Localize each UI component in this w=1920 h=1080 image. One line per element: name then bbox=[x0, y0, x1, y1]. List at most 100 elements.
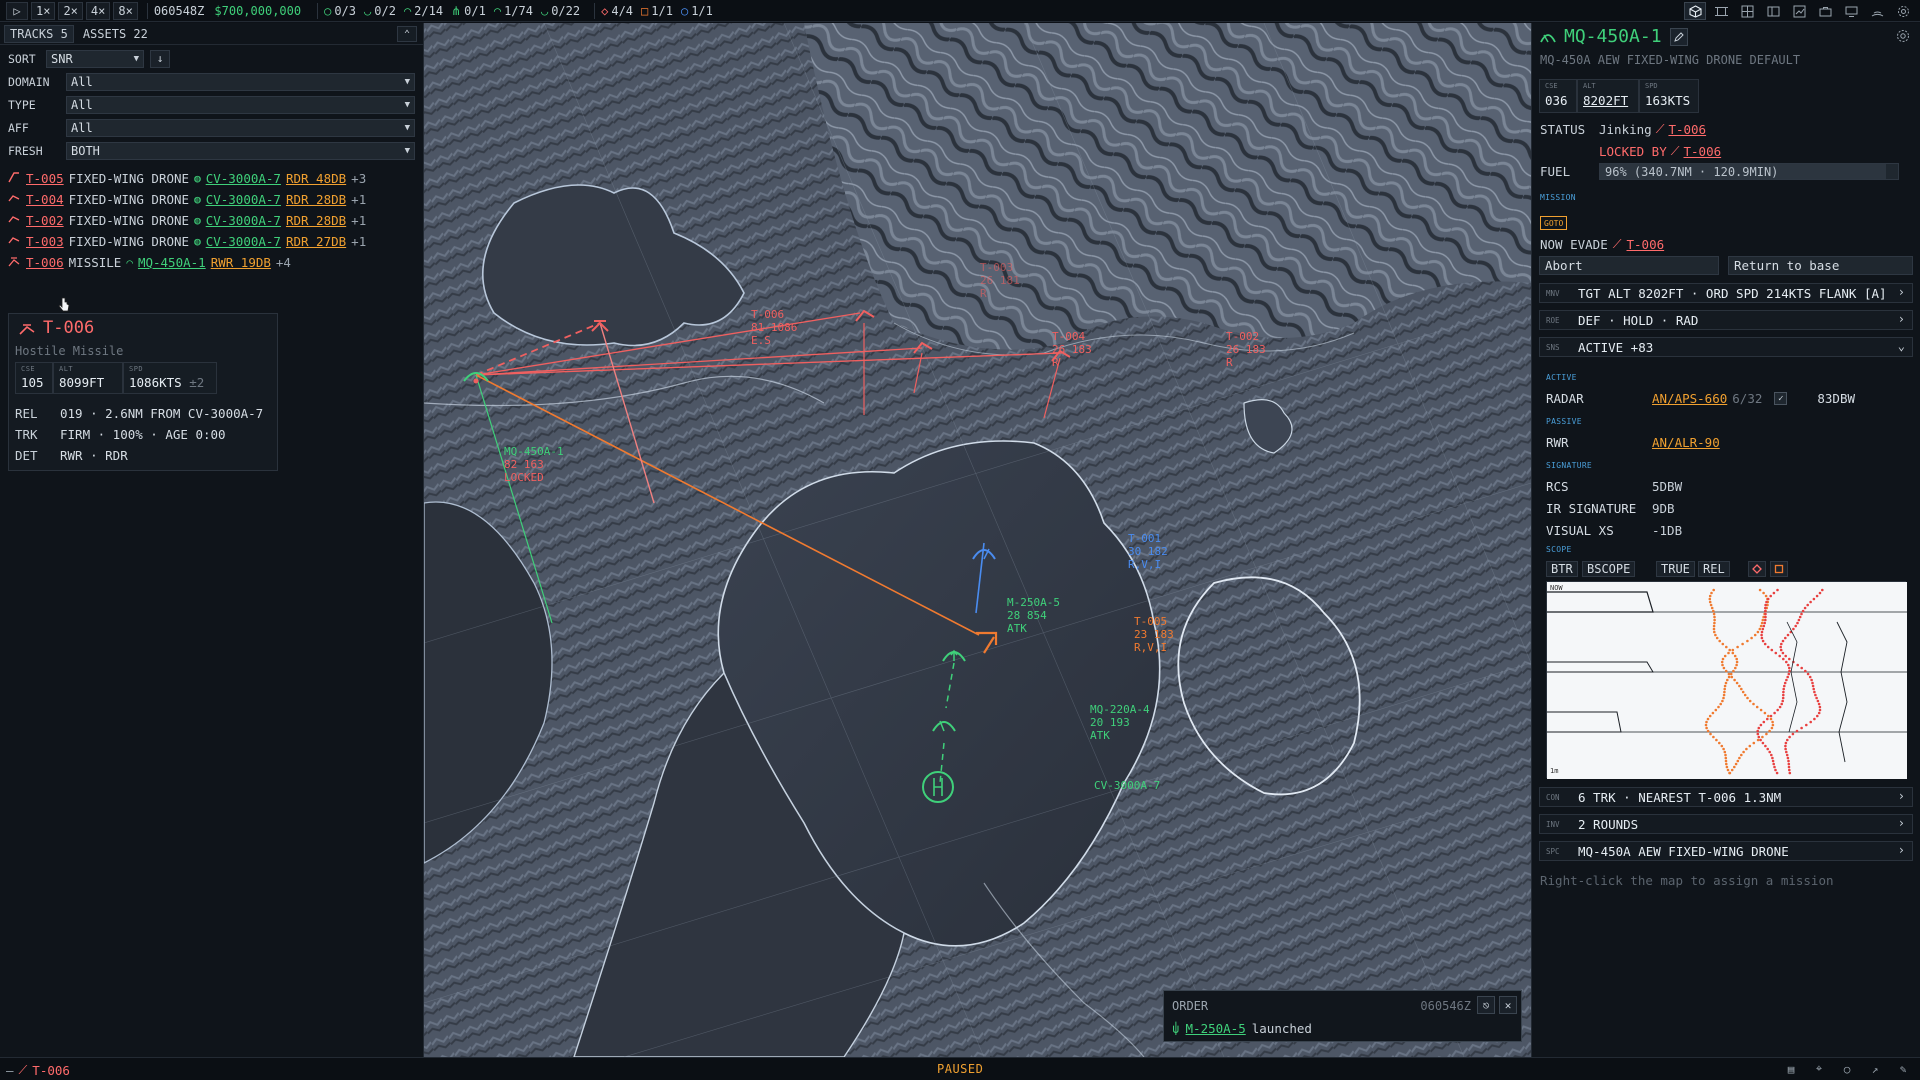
scope-return-dot bbox=[1711, 711, 1715, 715]
speed-2x-button[interactable]: 2× bbox=[58, 1, 83, 20]
return-to-base-button[interactable]: Return to base bbox=[1728, 256, 1913, 275]
track-id-link[interactable]: T-004 bbox=[26, 192, 64, 207]
settings-gear-icon[interactable] bbox=[1892, 2, 1914, 20]
split-view-icon[interactable] bbox=[1762, 2, 1784, 20]
sig-rcs-row: RCS 5DBW bbox=[1546, 479, 1682, 494]
scope-display[interactable]: NOW 1m bbox=[1546, 581, 1907, 779]
asset-link[interactable]: CV-3000A-7 bbox=[206, 234, 281, 249]
tab-assets[interactable]: ASSETS 22 bbox=[78, 26, 153, 42]
circle-tool-icon[interactable]: ○ bbox=[1836, 1060, 1858, 1078]
scope-true-button[interactable]: TRUE bbox=[1656, 561, 1695, 577]
status-value: Jinking bbox=[1599, 121, 1652, 137]
tactical-map[interactable]: T-006 81 1086 E.S T-003 26 181 R T-004 26 183… bbox=[424, 23, 1531, 1057]
missile-track-icon bbox=[8, 255, 26, 270]
track-id-link[interactable]: T-005 bbox=[26, 171, 64, 186]
rwr-link[interactable]: AN/ALR-90 bbox=[1652, 435, 1720, 450]
scope-return-dot bbox=[1712, 735, 1715, 739]
type-select[interactable]: All ▼ bbox=[66, 95, 415, 114]
fresh-select[interactable]: BOTH ▼ bbox=[66, 141, 415, 160]
sensors-section[interactable]: SNS ACTIVE +83 ⌄ bbox=[1539, 337, 1913, 357]
grid-icon[interactable] bbox=[1736, 2, 1758, 20]
collapse-panel-button[interactable]: ⌃ bbox=[397, 26, 417, 42]
track-row[interactable]: T-003 FIXED-WING DRONE ◍ CV-3000A-7 RDR … bbox=[0, 231, 423, 252]
scope-btr-button[interactable]: BTR bbox=[1546, 561, 1578, 577]
sensor-link[interactable]: RWR 19DB bbox=[211, 255, 271, 270]
sensor-link[interactable]: RDR 27DB bbox=[286, 234, 346, 249]
stat-alt[interactable]: ALT 8202FT bbox=[1577, 79, 1639, 113]
close-icon[interactable]: ✕ bbox=[1499, 996, 1517, 1014]
tab-tracks[interactable]: TRACKS 5 bbox=[4, 24, 74, 43]
track-type: FIXED-WING DRONE bbox=[68, 192, 190, 207]
track-id-link[interactable]: T-003 bbox=[26, 234, 64, 249]
track-id-link[interactable]: T-002 bbox=[26, 213, 64, 228]
layers-icon[interactable]: ▤ bbox=[1780, 1060, 1802, 1078]
edit-name-button[interactable] bbox=[1669, 27, 1688, 46]
asset-link[interactable]: CV-3000A-7 bbox=[206, 192, 281, 207]
sensor-link[interactable]: RDR 48DB bbox=[286, 171, 346, 186]
scope-return-dot bbox=[1781, 699, 1784, 703]
radar-toggle-checkbox[interactable]: ✓ bbox=[1774, 392, 1788, 405]
track-row[interactable]: T-004 FIXED-WING DRONE ◍ CV-3000A-7 RDR … bbox=[0, 189, 423, 210]
scope-return-dot bbox=[1712, 609, 1715, 613]
scope-return-dot bbox=[1704, 723, 1708, 727]
scope-return-dot bbox=[1818, 708, 1822, 712]
selected-filter-icon[interactable] bbox=[1770, 561, 1788, 577]
scope-return-dot bbox=[1724, 681, 1728, 685]
scope-return-dot bbox=[1750, 636, 1753, 640]
asset-link[interactable]: CV-3000A-7 bbox=[206, 171, 281, 186]
friendly-drone-icon bbox=[1540, 33, 1556, 42]
map-label-mq450: MQ-450A-1 82 163 LOCKED bbox=[504, 445, 564, 484]
play-button[interactable]: ▷ bbox=[6, 1, 28, 20]
speed-4x-button[interactable]: 4× bbox=[85, 1, 111, 20]
scope-return-dot bbox=[1782, 693, 1785, 697]
radar-link[interactable]: AN/APS-660 bbox=[1652, 391, 1727, 406]
frame-icon[interactable] bbox=[1710, 2, 1732, 20]
sort-direction-button[interactable]: ↓ bbox=[150, 49, 170, 68]
asset-link[interactable]: MQ-450A-1 bbox=[138, 255, 206, 270]
monitor-icon[interactable] bbox=[1840, 2, 1862, 20]
focused-track[interactable]: – ⟋ T-006 bbox=[6, 1062, 70, 1078]
track-row[interactable]: T-005 FIXED-WING DRONE ◍ CV-3000A-7 RDR … bbox=[0, 168, 423, 189]
asset-link[interactable]: CV-3000A-7 bbox=[206, 213, 281, 228]
chart-icon[interactable] bbox=[1788, 2, 1810, 20]
scope-rel-button[interactable]: REL bbox=[1698, 561, 1730, 577]
scope-return-dot bbox=[1766, 597, 1770, 601]
sort-select[interactable]: SNR ▼ bbox=[46, 49, 144, 68]
scope-return-dot bbox=[1769, 594, 1772, 598]
scope-waterfall bbox=[1547, 582, 1907, 779]
locked-target-link[interactable]: T-006 bbox=[1684, 144, 1722, 159]
scope-return-dot bbox=[1764, 618, 1767, 622]
sensor-link[interactable]: RDR 28DB bbox=[286, 192, 346, 207]
scope-bscope-button[interactable]: BSCOPE bbox=[1582, 561, 1636, 577]
roe-section[interactable]: ROE DEF · HOLD · RAD › bbox=[1539, 310, 1913, 330]
arrow-tool-icon[interactable]: ↗ bbox=[1864, 1060, 1886, 1078]
inventory-section[interactable]: INV 2 ROUNDS › bbox=[1539, 814, 1913, 834]
pencil-icon[interactable]: ✎ bbox=[1892, 1060, 1914, 1078]
status-target-link[interactable]: T-006 bbox=[1668, 122, 1706, 137]
maneuver-section[interactable]: MNV TGT ALT 8202FT · ORD SPD 214KTS FLANK… bbox=[1539, 283, 1913, 303]
speed-1x-button[interactable]: 1× bbox=[31, 1, 56, 20]
track-row[interactable]: T-006 MISSILE ⌒ MQ-450A-1 RWR 19DB +4 bbox=[0, 252, 423, 273]
chevron-down-icon: ▼ bbox=[404, 145, 410, 156]
hostile-filter-icon[interactable] bbox=[1748, 561, 1766, 577]
spec-section[interactable]: SPC MQ-450A AEW FIXED-WING DRONE › bbox=[1539, 841, 1913, 861]
domain-select[interactable]: All ▼ bbox=[66, 72, 415, 91]
track-id-link[interactable]: T-006 bbox=[26, 255, 64, 270]
location-pin-icon[interactable]: ⌖ bbox=[1808, 1060, 1830, 1078]
scope-return-dot bbox=[1787, 762, 1791, 766]
order-asset-link[interactable]: M-250A-5 bbox=[1186, 1021, 1246, 1036]
contacts-section[interactable]: CON 6 TRK · NEAREST T-006 1.3NM › bbox=[1539, 787, 1913, 807]
pin-icon[interactable]: ⎋ bbox=[1477, 996, 1495, 1014]
order-time: 060546Z bbox=[1420, 999, 1471, 1013]
abort-button[interactable]: Abort bbox=[1539, 256, 1719, 275]
briefcase-icon[interactable] bbox=[1814, 2, 1836, 20]
cube-view-icon[interactable] bbox=[1684, 2, 1706, 20]
affiliation-select[interactable]: All ▼ bbox=[66, 118, 415, 137]
stat-alt: ALT 8099FT bbox=[53, 362, 123, 394]
now-target-link[interactable]: T-006 bbox=[1627, 237, 1665, 252]
settings-icon[interactable] bbox=[1896, 29, 1912, 45]
speed-8x-button[interactable]: 8× bbox=[113, 1, 138, 20]
signal-icon[interactable] bbox=[1866, 2, 1888, 20]
track-row[interactable]: T-002 FIXED-WING DRONE ◍ CV-3000A-7 RDR … bbox=[0, 210, 423, 231]
sensor-link[interactable]: RDR 28DB bbox=[286, 213, 346, 228]
